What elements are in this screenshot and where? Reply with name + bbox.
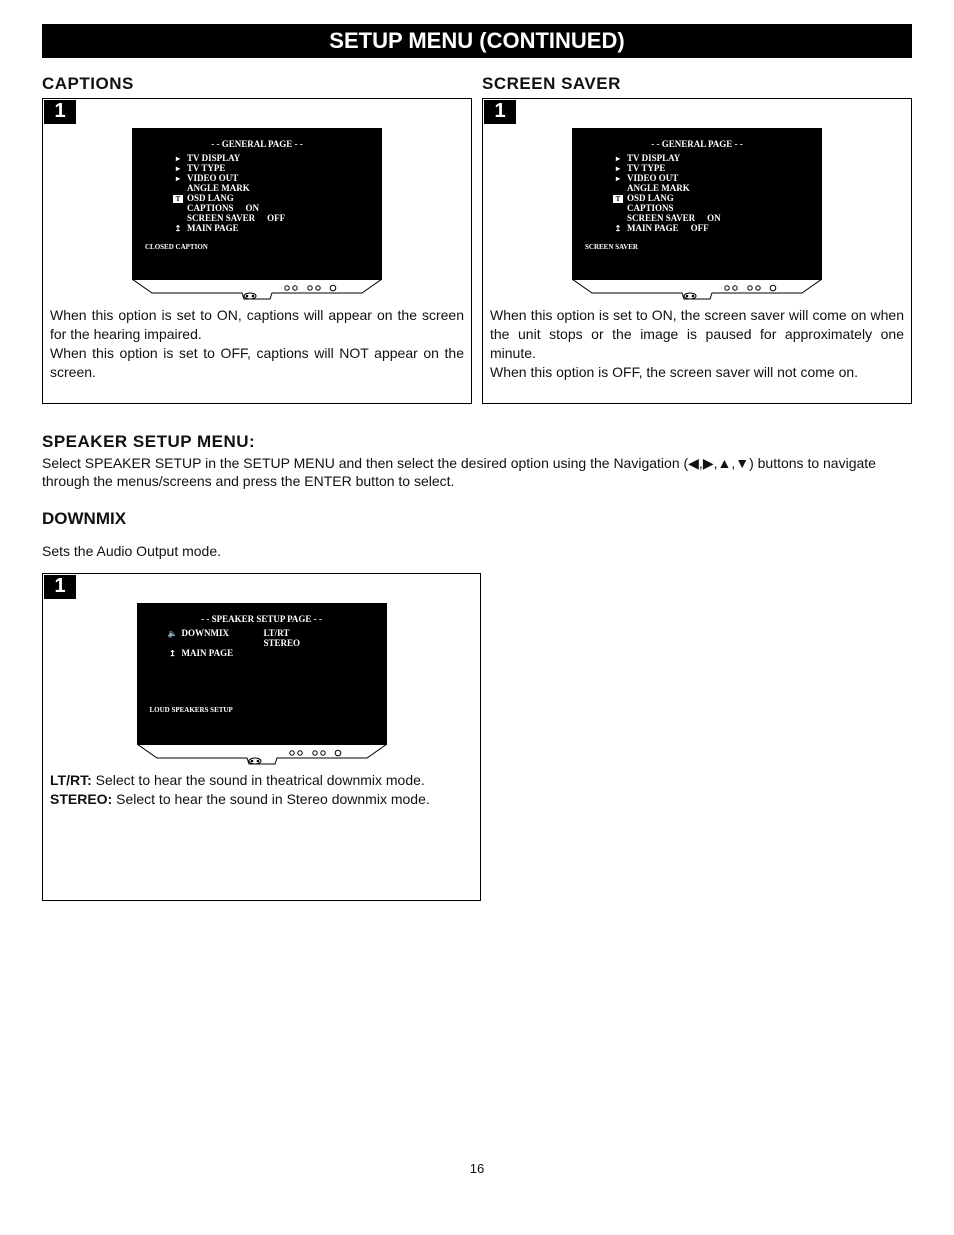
- return-icon: ↥: [613, 224, 623, 233]
- step-badge: 1: [44, 575, 76, 599]
- return-icon: ↥: [173, 224, 183, 233]
- menu-value: ON: [707, 213, 735, 223]
- menu-item: MAIN PAGE: [182, 648, 234, 658]
- menu-value: LT/RT: [264, 628, 292, 638]
- tv-base: [132, 280, 382, 302]
- captions-desc-off: When this option is set to OFF, captions…: [50, 344, 464, 382]
- menu-item: TV DISPLAY: [187, 153, 240, 163]
- screen-title: - - GENERAL PAGE - -: [585, 139, 809, 149]
- screen-footer: CLOSED CAPTION: [145, 243, 369, 251]
- menu-item: VIDEO OUT: [187, 173, 238, 183]
- menu-item: ANGLE MARK: [187, 183, 250, 193]
- captions-box: 1 - - GENERAL PAGE - - ▸ TV DISPLAY ▸ TV T…: [42, 98, 472, 404]
- downmix-intro: Sets the Audio Output mode.: [42, 543, 912, 559]
- downmix-box: 1 - - SPEAKER SETUP PAGE - - 🔈 DOWNMIX L…: [42, 573, 481, 901]
- stereo-label: STEREO:: [50, 791, 112, 807]
- tv-frame: - - GENERAL PAGE - - ▸ TV DISPLAY ▸ TV TYP…: [572, 128, 822, 302]
- menu-item: OSD LANG: [187, 193, 234, 203]
- screensaver-desc-off: When this option is OFF, the screen save…: [490, 363, 904, 382]
- t-icon: T: [613, 195, 623, 203]
- menu-item: DOWNMIX: [182, 628, 252, 638]
- t-icon: T: [173, 195, 183, 203]
- menu-item: TV DISPLAY: [627, 153, 680, 163]
- blank-icon: [613, 204, 623, 213]
- arrow-icon: ▸: [173, 154, 183, 163]
- arrow-icon: ▸: [173, 174, 183, 183]
- blank: [182, 638, 252, 648]
- stereo-text: Select to hear the sound in Stereo downm…: [112, 791, 430, 807]
- tv-screen-saver: - - GENERAL PAGE - - ▸ TV DISPLAY ▸ TV TYP…: [572, 128, 822, 280]
- menu-value: ON: [246, 203, 274, 213]
- menu-item: ANGLE MARK: [627, 183, 690, 193]
- screensaver-box: 1 - - GENERAL PAGE - - ▸ TV DISPLAY ▸ TV T…: [482, 98, 912, 404]
- blank-icon: [613, 214, 623, 223]
- speaker-heading: SPEAKER SETUP MENU:: [42, 432, 912, 452]
- menu-item: TV TYPE: [187, 163, 225, 173]
- speaker-desc-a: Select SPEAKER SETUP in the SETUP MENU a…: [42, 455, 688, 471]
- menu-value: OFF: [691, 223, 719, 233]
- screen-title: - - GENERAL PAGE - -: [145, 139, 369, 149]
- menu-item: SCREEN SAVER: [627, 213, 695, 223]
- speaker-icon: 🔈: [168, 629, 178, 638]
- page-number: 16: [42, 1161, 912, 1176]
- tv-frame: - - SPEAKER SETUP PAGE - - 🔈 DOWNMIX LT/…: [137, 603, 387, 767]
- tv-base: [572, 280, 822, 302]
- menu-item: OSD LANG: [627, 193, 674, 203]
- tv-frame: - - GENERAL PAGE - - ▸ TV DISPLAY ▸ TV TYP…: [132, 128, 382, 302]
- captions-heading: CAPTIONS: [42, 74, 472, 94]
- screensaver-desc-on: When this option is set to ON, the scree…: [490, 306, 904, 363]
- downmix-heading: DOWNMIX: [42, 509, 912, 529]
- step-badge: 1: [484, 100, 516, 124]
- page-title-bar: SETUP MENU (CONTINUED): [42, 24, 912, 58]
- captions-desc-on: When this option is set to ON, captions …: [50, 306, 464, 344]
- ltrt-label: LT/RT:: [50, 772, 92, 788]
- return-icon: ↥: [168, 649, 178, 658]
- menu-value: STEREO: [264, 638, 301, 648]
- tv-screen-downmix: - - SPEAKER SETUP PAGE - - 🔈 DOWNMIX LT/…: [137, 603, 387, 745]
- tv-screen-captions: - - GENERAL PAGE - - ▸ TV DISPLAY ▸ TV TYP…: [132, 128, 382, 280]
- speaker-setup-section: SPEAKER SETUP MENU: Select SPEAKER SETUP…: [42, 432, 912, 492]
- menu-item: CAPTIONS: [187, 203, 234, 213]
- nav-symbols: ◀,▶,▲,▼: [688, 455, 749, 471]
- screen-footer: LOUD SPEAKERS SETUP: [150, 706, 374, 714]
- menu-item: MAIN PAGE: [187, 223, 239, 233]
- menu-value: OFF: [267, 213, 295, 223]
- ltrt-text: Select to hear the sound in theatrical d…: [92, 772, 425, 788]
- menu-item: SCREEN SAVER: [187, 213, 255, 223]
- blank-icon: [613, 184, 623, 193]
- screen-footer: SCREEN SAVER: [585, 243, 809, 251]
- menu-item: VIDEO OUT: [627, 173, 678, 183]
- screensaver-heading: SCREEN SAVER: [482, 74, 912, 94]
- menu-item: MAIN PAGE: [627, 223, 679, 233]
- blank-icon: [173, 214, 183, 223]
- step-badge: 1: [44, 100, 76, 124]
- arrow-icon: ▸: [613, 174, 623, 183]
- blank-icon: [173, 204, 183, 213]
- arrow-icon: ▸: [613, 164, 623, 173]
- arrow-icon: ▸: [613, 154, 623, 163]
- blank-icon: [168, 639, 178, 648]
- menu-item: CAPTIONS: [627, 203, 674, 213]
- tv-base: [137, 745, 387, 767]
- blank-icon: [173, 184, 183, 193]
- menu-item: TV TYPE: [627, 163, 665, 173]
- arrow-icon: ▸: [173, 164, 183, 173]
- screen-title: - - SPEAKER SETUP PAGE - -: [150, 614, 374, 624]
